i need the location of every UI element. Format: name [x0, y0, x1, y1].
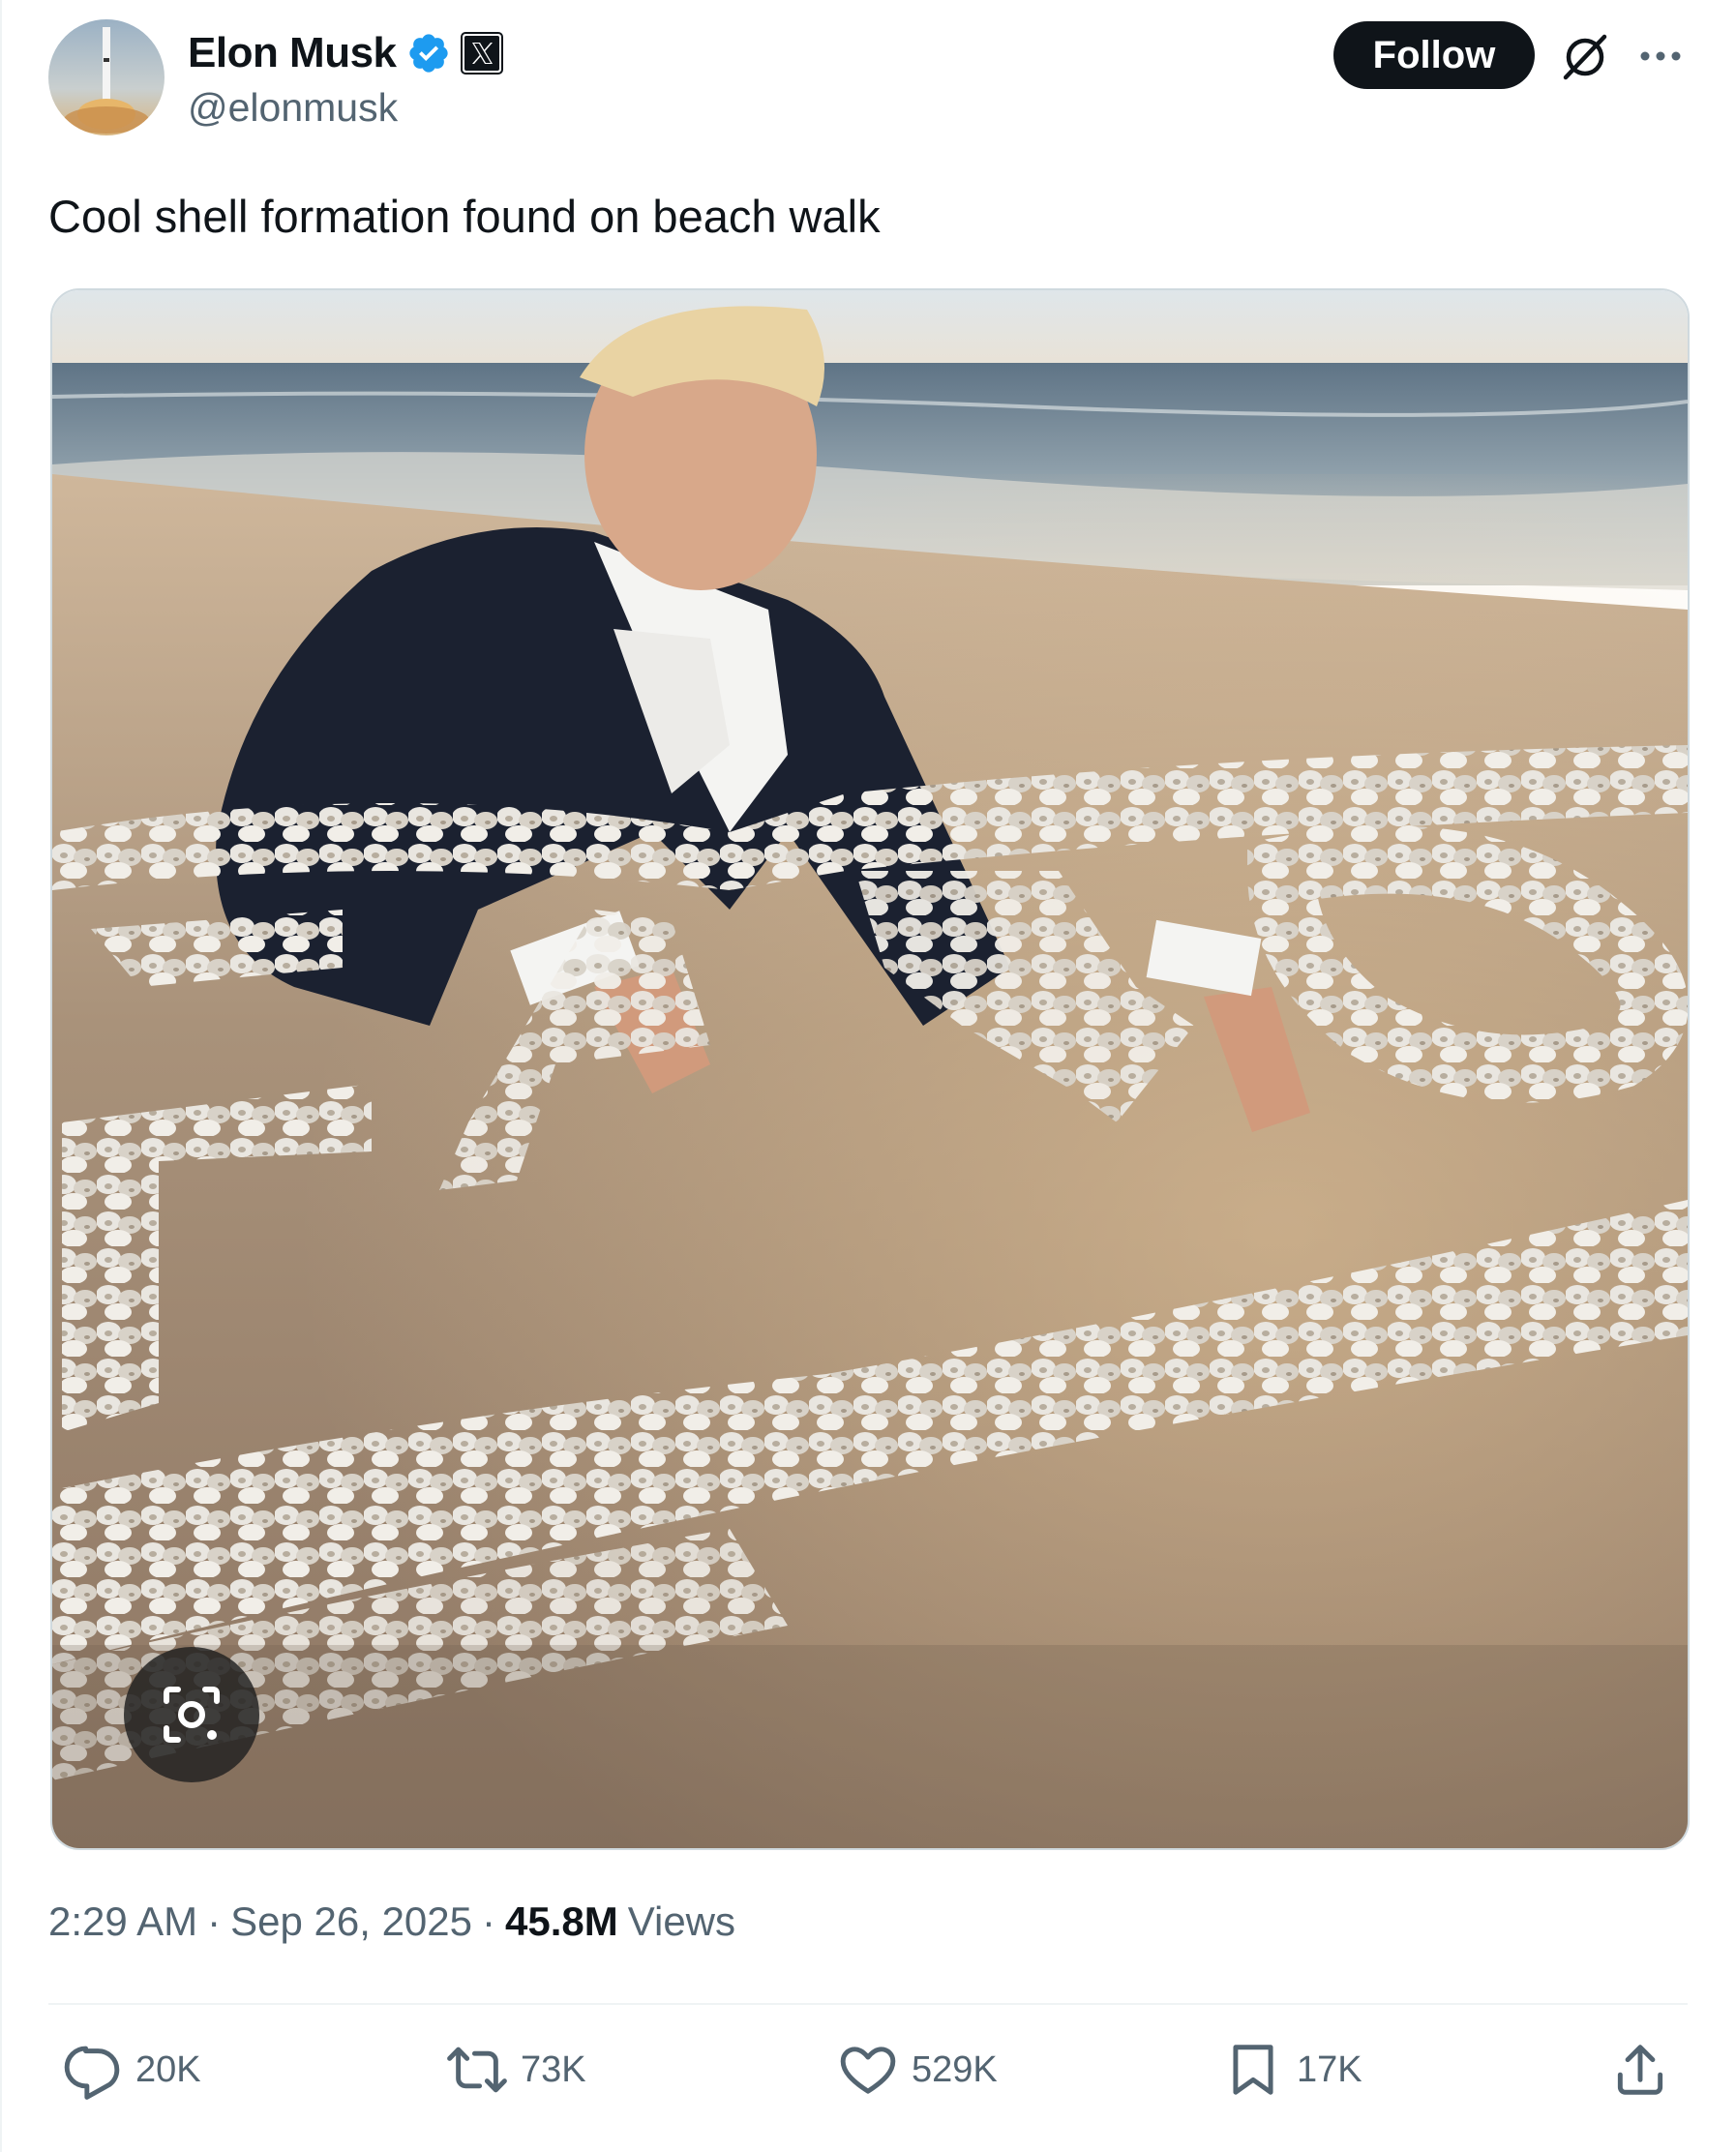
reply-count: 20K: [135, 2048, 201, 2090]
reply-icon: [64, 2046, 120, 2100]
affiliation-x-icon[interactable]: [460, 32, 503, 75]
meta-separator: ·: [207, 1898, 222, 1944]
bookmark-count: 17K: [1297, 2048, 1362, 2090]
author-name[interactable]: Elon Musk: [188, 29, 397, 77]
visual-search-icon[interactable]: [124, 1647, 259, 1782]
divider: [48, 2003, 1688, 2005]
views-count[interactable]: 45.8M: [505, 1898, 618, 1945]
avatar[interactable]: [48, 19, 165, 135]
action-bar: 20K 73K 529K 17K: [0, 2040, 1736, 2117]
verified-badge-icon[interactable]: [406, 31, 451, 75]
bookmark-icon: [1233, 2045, 1273, 2095]
more-icon[interactable]: [1635, 35, 1686, 77]
share-button[interactable]: [1610, 2040, 1670, 2100]
follow-button[interactable]: Follow: [1333, 21, 1535, 89]
meta-separator: ·: [482, 1898, 495, 1944]
page-edge: [0, 0, 2, 2152]
author-handle[interactable]: @elonmusk: [188, 85, 398, 131]
tweet-date[interactable]: Sep 26, 2025: [230, 1898, 472, 1945]
heart-icon: [840, 2047, 896, 2094]
tweet-time[interactable]: 2:29 AM: [48, 1898, 197, 1945]
repost-button[interactable]: 73K: [447, 2040, 586, 2100]
grok-icon[interactable]: [1558, 29, 1612, 83]
repost-count: 73K: [521, 2048, 586, 2090]
reply-button[interactable]: 20K: [62, 2040, 201, 2100]
like-count: 529K: [912, 2048, 998, 2090]
share-icon: [1617, 2045, 1663, 2095]
repost-icon: [447, 2047, 507, 2093]
tweet-photo[interactable]: [50, 288, 1690, 1850]
bookmark-button[interactable]: 17K: [1223, 2040, 1362, 2100]
tweet-meta: 2:29 AM · Sep 26, 2025 · 45.8M Views: [48, 1898, 735, 1945]
like-button[interactable]: 529K: [838, 2040, 998, 2100]
views-label: Views: [627, 1898, 736, 1944]
tweet-text: Cool shell formation found on beach walk: [48, 191, 881, 242]
